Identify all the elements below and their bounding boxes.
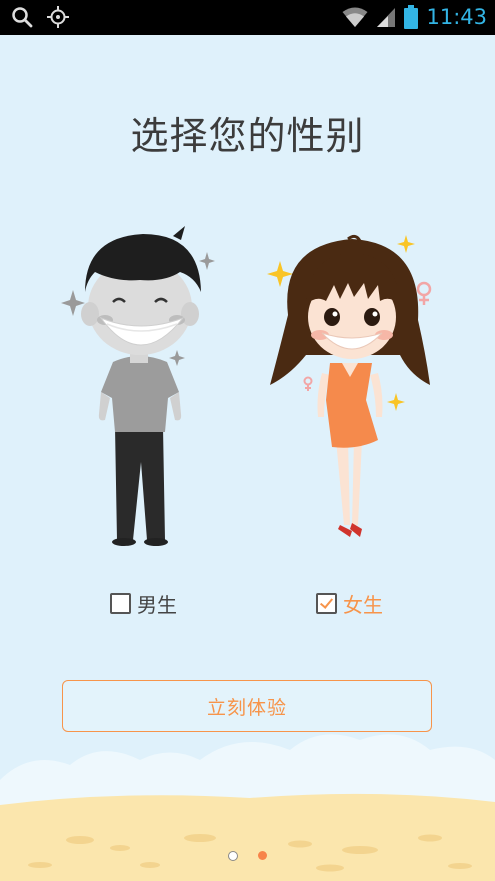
page-dot-1: [228, 851, 238, 861]
male-option[interactable]: 男生: [110, 588, 177, 618]
sparkle-icon: [199, 252, 215, 270]
gps-icon: [47, 6, 69, 28]
status-bar: 11:43: [0, 0, 495, 35]
female-symbol-icon: [416, 281, 432, 305]
battery-icon: [404, 5, 419, 29]
sparkle-icon: [387, 393, 405, 411]
search-icon: [12, 7, 33, 28]
female-option[interactable]: 女生: [316, 588, 383, 618]
status-right-icons: 11:43: [342, 3, 487, 31]
signal-icon: [377, 8, 396, 27]
page-indicator: [0, 850, 495, 862]
sparkle-icon: [267, 261, 293, 287]
male-character-illustration[interactable]: [55, 222, 220, 552]
female-symbol-icon: [303, 376, 313, 391]
status-time: 11:43: [426, 5, 487, 29]
male-checkbox[interactable]: [110, 592, 131, 614]
page-title: 选择您的性别: [130, 114, 365, 158]
female-checkbox[interactable]: [316, 592, 337, 614]
female-option-label: 女生: [343, 592, 383, 617]
wifi-icon: [342, 7, 368, 27]
sparkle-icon: [397, 235, 415, 253]
male-option-label: 男生: [137, 592, 177, 617]
sparkle-icon: [169, 350, 185, 366]
status-left-icons: [10, 5, 70, 29]
female-character-illustration[interactable]: [260, 225, 440, 550]
page-dot-2-active: [258, 851, 267, 860]
